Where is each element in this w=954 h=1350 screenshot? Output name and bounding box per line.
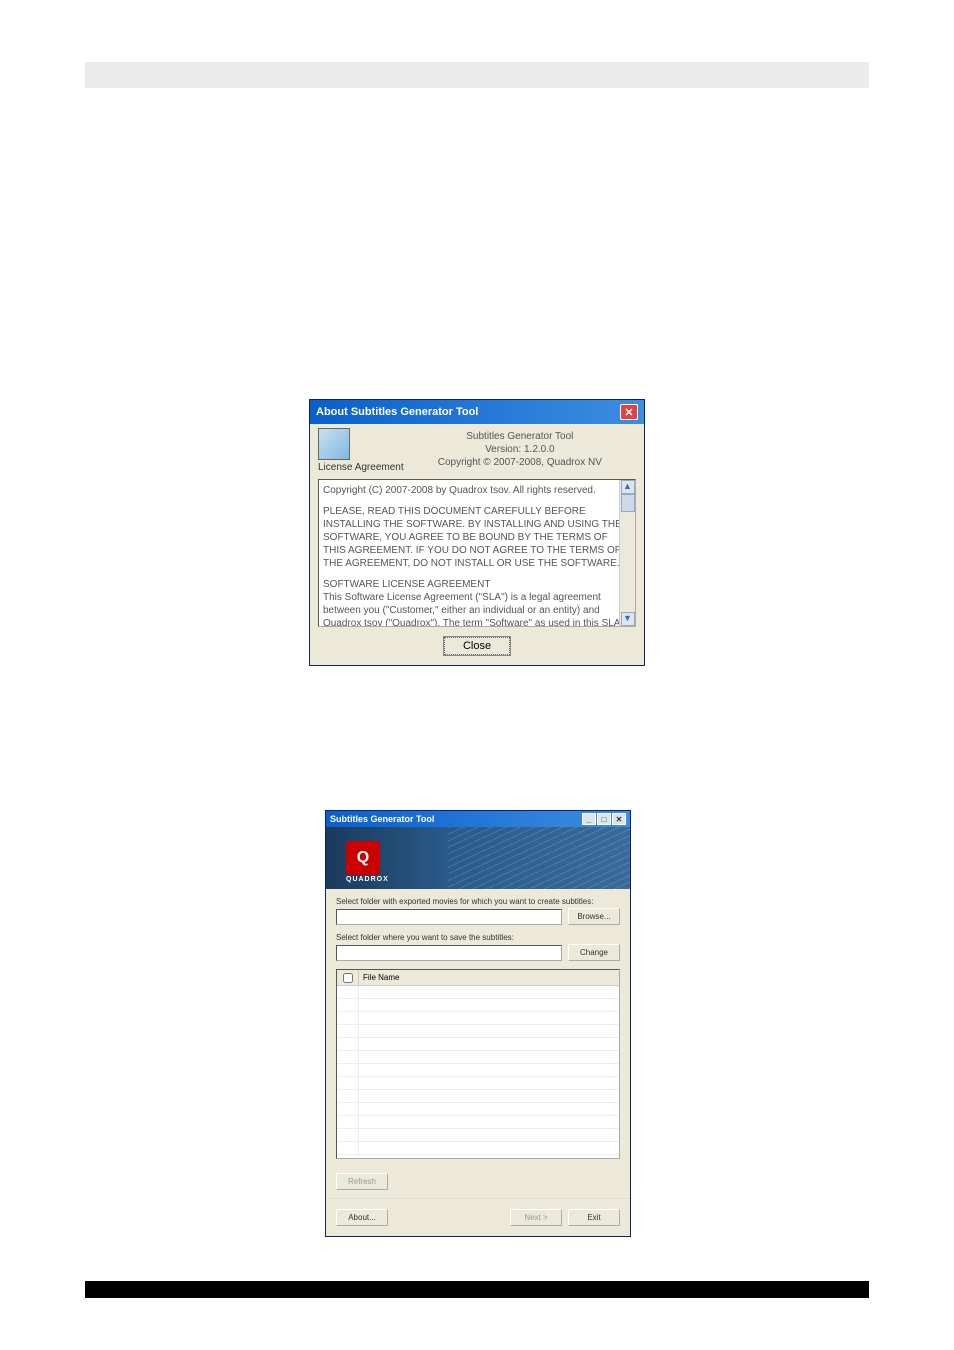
files-table: File Name	[336, 969, 620, 1159]
change-button[interactable]: Change	[568, 944, 620, 961]
license-line-3: SOFTWARE LICENSE AGREEMENT This Software…	[323, 578, 631, 627]
app-icon	[318, 428, 350, 460]
select-all-checkbox[interactable]	[343, 973, 353, 983]
license-textarea[interactable]: Copyright (C) 2007-2008 by Quadrox tsov.…	[318, 479, 636, 627]
license-line-2: PLEASE, READ THIS DOCUMENT CAREFULLY BEF…	[323, 505, 631, 570]
table-row	[337, 1064, 619, 1077]
table-row	[337, 1012, 619, 1025]
dest-folder-row: Change	[336, 944, 620, 961]
tool-body: Select folder with exported movies for w…	[326, 889, 630, 1165]
about-titlebar: About Subtitles Generator Tool ✕	[310, 400, 644, 424]
page-header-band	[85, 62, 869, 88]
table-row	[337, 1090, 619, 1103]
table-row	[337, 1038, 619, 1051]
about-icon-block: License Agreement	[318, 428, 404, 473]
tool-title-text: Subtitles Generator Tool	[330, 814, 434, 824]
scrollbar[interactable]: ▲ ▼	[619, 480, 635, 626]
table-row	[337, 986, 619, 999]
license-line-1: Copyright (C) 2007-2008 by Quadrox tsov.…	[323, 484, 631, 497]
table-row	[337, 1142, 619, 1155]
refresh-button[interactable]: Refresh	[336, 1173, 388, 1190]
source-folder-label: Select folder with exported movies for w…	[336, 897, 620, 906]
app-copyright: Copyright © 2007-2008, Quadrox NV	[404, 456, 636, 469]
app-name: Subtitles Generator Tool	[404, 430, 636, 443]
scroll-thumb[interactable]	[621, 494, 635, 512]
footer-right-buttons: Next > Exit	[510, 1209, 620, 1226]
browse-button[interactable]: Browse...	[568, 908, 620, 925]
table-row	[337, 1025, 619, 1038]
subtitles-tool-window: Subtitles Generator Tool _ □ ✕ Q QUADROX…	[325, 810, 631, 1237]
table-row	[337, 1103, 619, 1116]
about-header-row: License Agreement Subtitles Generator To…	[310, 424, 644, 475]
table-row	[337, 1077, 619, 1090]
tool-footer-1: Refresh	[326, 1165, 630, 1194]
source-folder-row: Browse...	[336, 908, 620, 925]
scroll-up-icon[interactable]: ▲	[621, 480, 635, 494]
page-footer-band	[85, 1281, 869, 1298]
table-header: File Name	[337, 970, 619, 986]
scroll-down-icon[interactable]: ▼	[621, 612, 635, 626]
table-rows	[337, 986, 619, 1155]
exit-button[interactable]: Exit	[568, 1209, 620, 1226]
about-title-text: About Subtitles Generator Tool	[316, 406, 478, 418]
table-row	[337, 1129, 619, 1142]
tool-footer-2: About... Next > Exit	[326, 1198, 630, 1236]
about-dialog: About Subtitles Generator Tool ✕ License…	[309, 399, 645, 666]
quadrox-logo-icon: Q	[346, 841, 380, 875]
brand-label: QUADROX	[346, 876, 389, 883]
close-icon[interactable]: ✕	[620, 404, 638, 420]
table-row	[337, 1116, 619, 1129]
table-row	[337, 1051, 619, 1064]
close-icon[interactable]: ✕	[612, 813, 626, 825]
close-button[interactable]: Close	[444, 637, 510, 655]
banner-decoration	[448, 827, 630, 889]
about-button[interactable]: About...	[336, 1209, 388, 1226]
minimize-icon[interactable]: _	[582, 813, 596, 825]
tool-banner: Q QUADROX	[326, 827, 630, 889]
dest-folder-input[interactable]	[336, 945, 562, 961]
next-button[interactable]: Next >	[510, 1209, 562, 1226]
app-version: Version: 1.2.0.0	[404, 443, 636, 456]
about-button-row: Close	[310, 631, 644, 665]
source-folder-input[interactable]	[336, 909, 562, 925]
tool-titlebar: Subtitles Generator Tool _ □ ✕	[326, 811, 630, 827]
about-app-info: Subtitles Generator Tool Version: 1.2.0.…	[404, 428, 636, 469]
table-row	[337, 999, 619, 1012]
window-controls: _ □ ✕	[582, 813, 626, 825]
filename-column-header[interactable]: File Name	[359, 970, 619, 985]
dest-folder-label: Select folder where you want to save the…	[336, 933, 620, 942]
maximize-icon[interactable]: □	[597, 813, 611, 825]
select-all-checkbox-col	[337, 970, 359, 985]
license-agreement-label: License Agreement	[318, 462, 404, 473]
